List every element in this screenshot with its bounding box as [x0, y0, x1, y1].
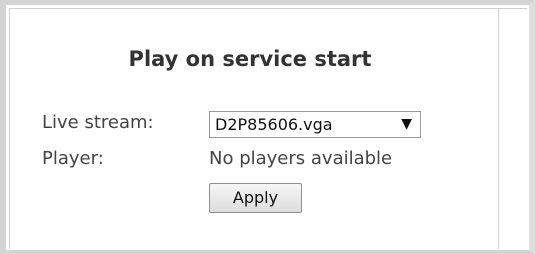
live-stream-label: Live stream:	[42, 112, 154, 133]
adjacent-panel	[499, 8, 527, 249]
player-value: No players available	[209, 148, 393, 169]
player-label: Player:	[42, 148, 104, 169]
triangle-down-icon: ▼	[401, 116, 412, 132]
live-stream-select[interactable]: D2P85606.vga ▼	[209, 111, 421, 138]
live-stream-selected-value: D2P85606.vga	[215, 115, 333, 134]
apply-button[interactable]: Apply	[209, 183, 302, 213]
panel-title: Play on service start	[128, 47, 372, 71]
